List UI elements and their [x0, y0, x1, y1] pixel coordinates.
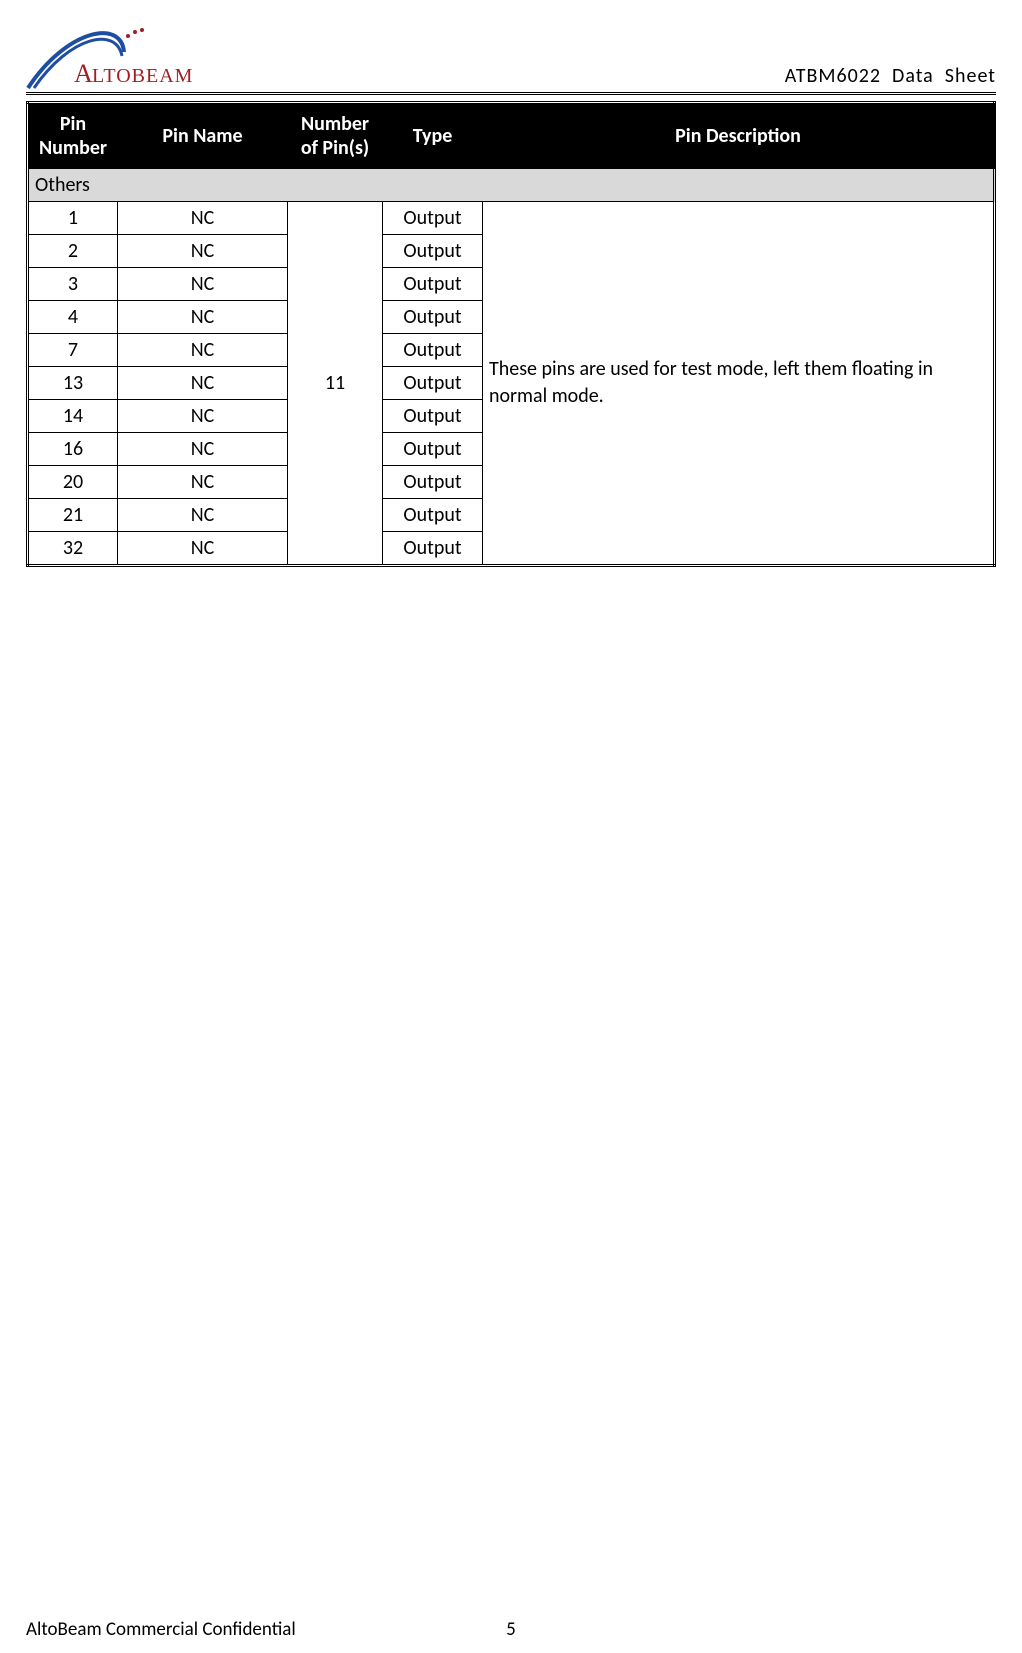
cell-type: Output: [383, 268, 483, 301]
cell-type: Output: [383, 235, 483, 268]
cell-pin-number: 2: [28, 235, 118, 268]
table-row: 1 NC 11 Output These pins are used for t…: [28, 202, 995, 235]
cell-type: Output: [383, 367, 483, 400]
cell-pin-number: 21: [28, 499, 118, 532]
cell-type: Output: [383, 466, 483, 499]
footer-page-number: 5: [506, 1618, 516, 1641]
table-section-row: Others: [28, 169, 995, 202]
cell-pin-number: 14: [28, 400, 118, 433]
document-title: ATBM6022 Data Sheet: [785, 64, 996, 90]
logo-text-rest: LTOBEAM: [92, 65, 193, 87]
altobeam-logo-icon: A LTOBEAM: [26, 22, 226, 90]
cell-pin-name: NC: [118, 301, 288, 334]
cell-pin-name: NC: [118, 235, 288, 268]
cell-pin-number: 20: [28, 466, 118, 499]
cell-pin-description: These pins are used for test mode, left …: [483, 202, 995, 566]
cell-type: Output: [383, 532, 483, 566]
logo-text: A: [74, 59, 94, 88]
cell-pin-name: NC: [118, 202, 288, 235]
cell-type: Output: [383, 301, 483, 334]
cell-pin-name: NC: [118, 268, 288, 301]
footer-left: AltoBeam Commercial Confidential: [26, 1618, 296, 1641]
cell-pin-name: NC: [118, 499, 288, 532]
pin-table: Pin Number Pin Name Number of Pin(s) Typ…: [26, 101, 996, 567]
cell-pin-number: 1: [28, 202, 118, 235]
col-header-type: Type: [383, 103, 483, 169]
cell-type: Output: [383, 334, 483, 367]
cell-pin-name: NC: [118, 334, 288, 367]
cell-pin-name: NC: [118, 400, 288, 433]
section-label: Others: [28, 169, 995, 202]
cell-pin-number: 16: [28, 433, 118, 466]
cell-pin-number: 4: [28, 301, 118, 334]
col-header-number-of-pins: Number of Pin(s): [288, 103, 383, 169]
cell-pin-number: 13: [28, 367, 118, 400]
cell-pin-name: NC: [118, 466, 288, 499]
cell-pin-name: NC: [118, 367, 288, 400]
cell-type: Output: [383, 202, 483, 235]
cell-type: Output: [383, 400, 483, 433]
cell-type: Output: [383, 499, 483, 532]
cell-pin-number: 7: [28, 334, 118, 367]
col-header-pin-description: Pin Description: [483, 103, 995, 169]
col-header-pin-number: Pin Number: [28, 103, 118, 169]
cell-pin-name: NC: [118, 433, 288, 466]
cell-pin-name: NC: [118, 532, 288, 566]
logo: A LTOBEAM: [26, 22, 226, 90]
cell-pin-number: 32: [28, 532, 118, 566]
col-header-pin-name: Pin Name: [118, 103, 288, 169]
cell-number-of-pins: 11: [288, 202, 383, 566]
page-footer: AltoBeam Commercial Confidential 5: [0, 1618, 1022, 1653]
cell-type: Output: [383, 433, 483, 466]
cell-pin-number: 3: [28, 268, 118, 301]
page-header: A LTOBEAM ATBM6022 Data Sheet: [26, 22, 996, 95]
table-header-row: Pin Number Pin Name Number of Pin(s) Typ…: [28, 103, 995, 169]
